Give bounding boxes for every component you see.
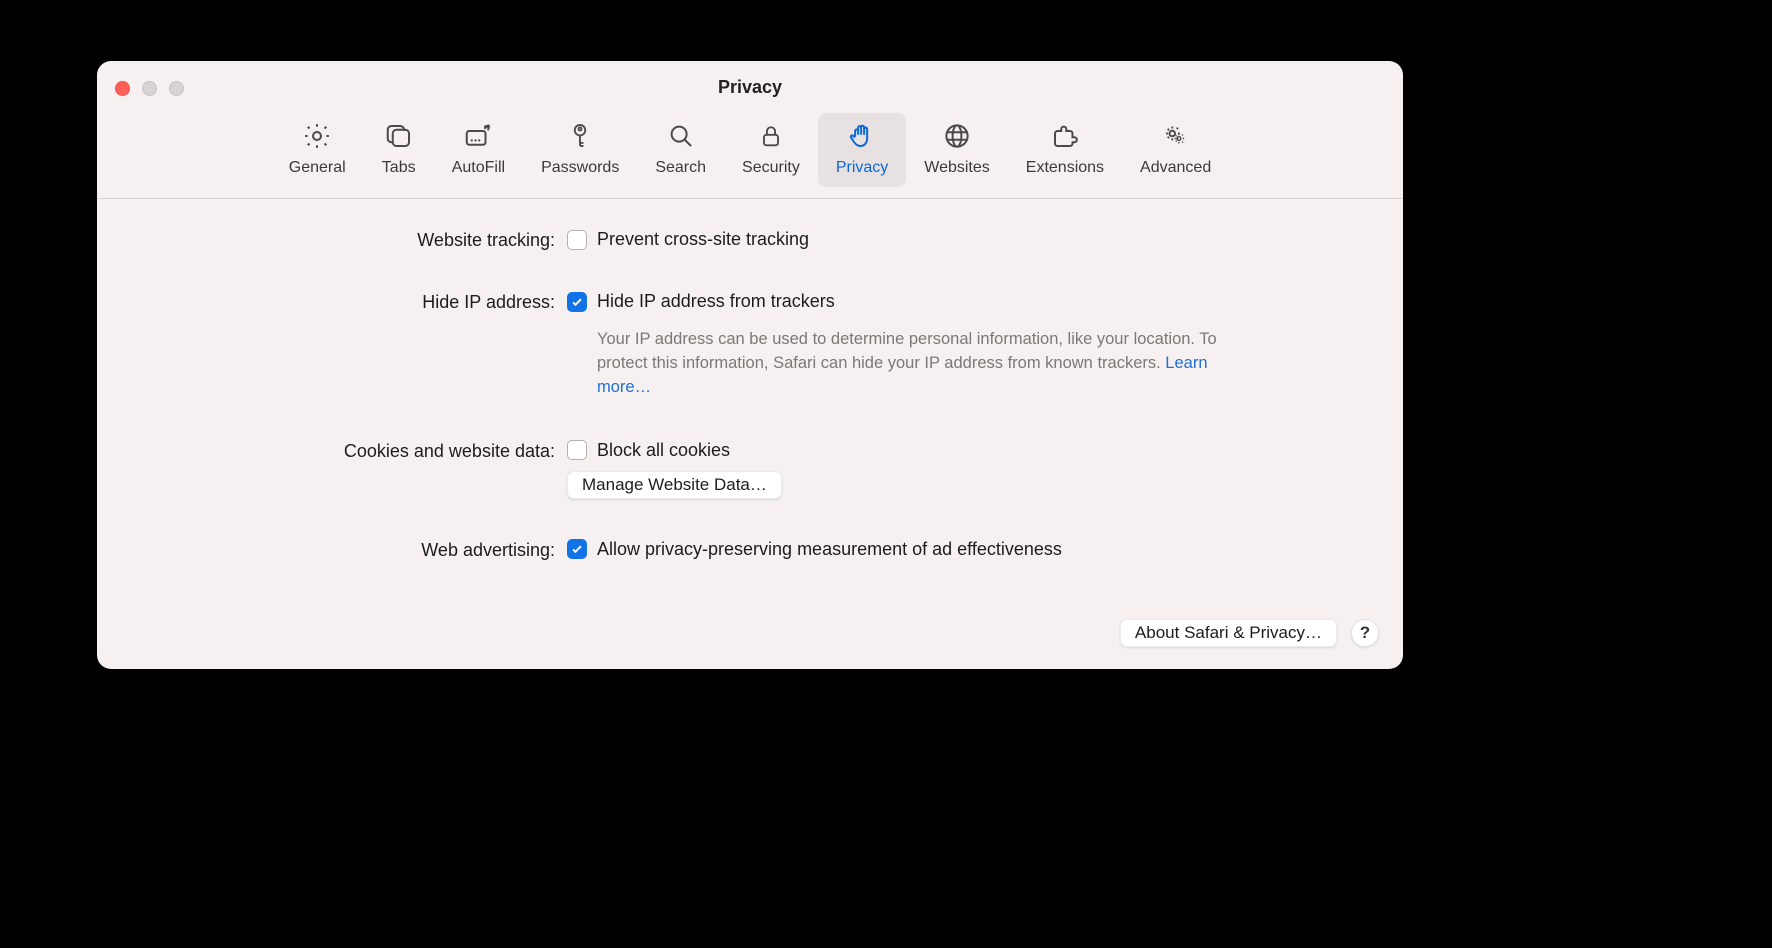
puzzle-icon	[1048, 119, 1082, 153]
tab-extensions[interactable]: Extensions	[1008, 113, 1122, 187]
preferences-toolbar: General Tabs AutoFill Passwords Search	[97, 113, 1403, 199]
window-title: Privacy	[718, 77, 782, 98]
row-cookies: Cookies and website data: Block all cook…	[147, 440, 1353, 499]
hide-ip-label: Hide IP address:	[147, 291, 567, 313]
tab-label: Extensions	[1026, 159, 1104, 177]
web-advertising-label: Web advertising:	[147, 539, 567, 561]
tab-tabs[interactable]: Tabs	[364, 113, 434, 187]
privacy-pane: Website tracking: Prevent cross-site tra…	[97, 199, 1403, 561]
block-all-cookies-text: Block all cookies	[597, 440, 730, 461]
row-hide-ip: Hide IP address: Hide IP address from tr…	[147, 291, 1353, 400]
tab-websites[interactable]: Websites	[906, 113, 1008, 187]
tab-label: Passwords	[541, 159, 619, 177]
preferences-window: Privacy General Tabs AutoFill Password	[97, 61, 1403, 669]
tab-search[interactable]: Search	[637, 113, 724, 187]
tab-general[interactable]: General	[271, 113, 364, 187]
tab-label: General	[289, 159, 346, 177]
tab-passwords[interactable]: Passwords	[523, 113, 637, 187]
website-tracking-label: Website tracking:	[147, 229, 567, 251]
autofill-icon	[461, 119, 495, 153]
footer: About Safari & Privacy… ?	[1120, 619, 1379, 647]
allow-ad-measurement-text: Allow privacy-preserving measurement of …	[597, 539, 1062, 560]
tab-security[interactable]: Security	[724, 113, 818, 187]
help-button[interactable]: ?	[1351, 619, 1379, 647]
gear-icon	[300, 119, 334, 153]
traffic-lights	[115, 81, 184, 96]
prevent-cross-site-tracking-text: Prevent cross-site tracking	[597, 229, 809, 250]
tab-autofill[interactable]: AutoFill	[434, 113, 523, 187]
search-icon	[664, 119, 698, 153]
prevent-cross-site-tracking-checkbox[interactable]	[567, 230, 587, 250]
hand-icon	[845, 119, 879, 153]
hide-ip-checkbox[interactable]	[567, 292, 587, 312]
tabs-icon	[382, 119, 416, 153]
manage-website-data-button[interactable]: Manage Website Data…	[567, 471, 782, 499]
lock-icon	[754, 119, 788, 153]
tab-label: Advanced	[1140, 159, 1211, 177]
allow-ad-measurement-checkbox[interactable]	[567, 539, 587, 559]
about-safari-privacy-button[interactable]: About Safari & Privacy…	[1120, 619, 1337, 647]
tab-label: AutoFill	[452, 159, 505, 177]
tab-label: Tabs	[382, 159, 416, 177]
hide-ip-description: Your IP address can be used to determine…	[597, 328, 1217, 400]
block-all-cookies-checkbox[interactable]	[567, 440, 587, 460]
hide-ip-option-text: Hide IP address from trackers	[597, 291, 835, 312]
minimize-window-button[interactable]	[142, 81, 157, 96]
zoom-window-button[interactable]	[169, 81, 184, 96]
gears-icon	[1159, 119, 1193, 153]
tab-label: Privacy	[836, 159, 888, 177]
row-web-advertising: Web advertising: Allow privacy-preservin…	[147, 539, 1353, 561]
hide-ip-desc-text: Your IP address can be used to determine…	[597, 330, 1217, 372]
tab-label: Search	[655, 159, 706, 177]
tab-privacy[interactable]: Privacy	[818, 113, 906, 187]
cookies-label: Cookies and website data:	[147, 440, 567, 462]
close-window-button[interactable]	[115, 81, 130, 96]
tab-advanced[interactable]: Advanced	[1122, 113, 1229, 187]
tab-label: Websites	[924, 159, 990, 177]
globe-icon	[940, 119, 974, 153]
titlebar: Privacy	[97, 61, 1403, 113]
row-website-tracking: Website tracking: Prevent cross-site tra…	[147, 229, 1353, 251]
key-icon	[563, 119, 597, 153]
tab-label: Security	[742, 159, 800, 177]
